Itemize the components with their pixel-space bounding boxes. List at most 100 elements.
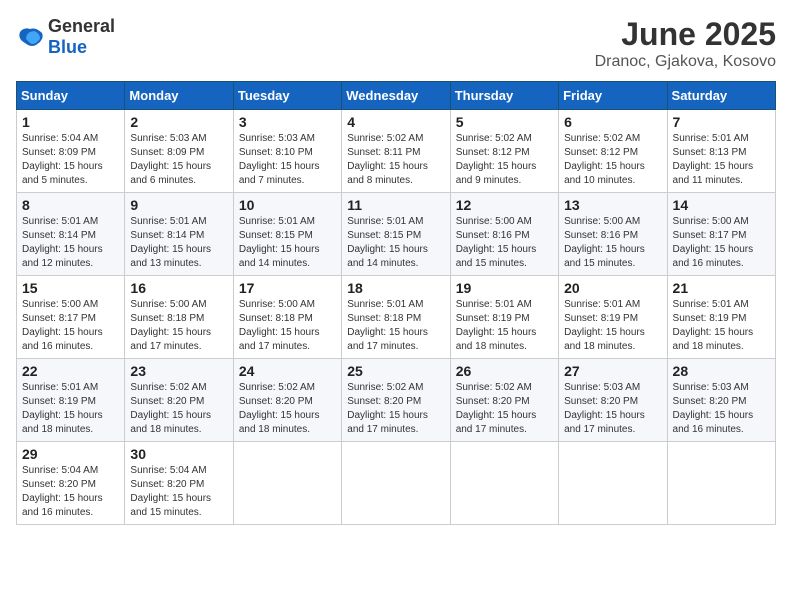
calendar-cell: 24 Sunrise: 5:02 AMSunset: 8:20 PMDayligh… <box>233 359 341 442</box>
calendar-cell: 17 Sunrise: 5:00 AMSunset: 8:18 PMDayligh… <box>233 276 341 359</box>
calendar-cell <box>450 442 558 525</box>
day-number: 2 <box>130 114 227 130</box>
day-number: 13 <box>564 197 661 213</box>
calendar-cell: 13 Sunrise: 5:00 AMSunset: 8:16 PMDayligh… <box>559 193 667 276</box>
day-info: Sunrise: 5:01 AMSunset: 8:19 PMDaylight:… <box>564 298 661 354</box>
day-info: Sunrise: 5:02 AMSunset: 8:20 PMDaylight:… <box>130 381 227 437</box>
calendar-cell: 3Sunrise: 5:03 AMSunset: 8:10 PMDaylight… <box>233 110 341 193</box>
day-info: Sunrise: 5:00 AMSunset: 8:16 PMDaylight:… <box>564 215 661 271</box>
week-row-1: 1 Sunrise: 5:04 AMSunset: 8:09 PMDaylight… <box>17 110 776 193</box>
weekday-header-row: SundayMondayTuesdayWednesdayThursdayFrid… <box>17 82 776 110</box>
calendar-cell <box>559 442 667 525</box>
day-number: 11 <box>347 197 444 213</box>
day-info: Sunrise: 5:03 AMSunset: 8:09 PMDaylight:… <box>130 132 227 188</box>
header: General Blue June 2025 Dranoc, Gjakova, … <box>16 16 776 71</box>
day-number: 25 <box>347 363 444 379</box>
day-info: Sunrise: 5:02 AMSunset: 8:20 PMDaylight:… <box>239 381 336 437</box>
day-info: Sunrise: 5:02 AMSunset: 8:20 PMDaylight:… <box>456 381 553 437</box>
weekday-header-tuesday: Tuesday <box>233 82 341 110</box>
day-number: 14 <box>673 197 770 213</box>
day-number: 20 <box>564 280 661 296</box>
day-info: Sunrise: 5:03 AMSunset: 8:20 PMDaylight:… <box>673 381 770 437</box>
calendar-cell: 7Sunrise: 5:01 AMSunset: 8:13 PMDaylight… <box>667 110 775 193</box>
logo-icon <box>16 27 44 47</box>
day-number: 12 <box>456 197 553 213</box>
day-info: Sunrise: 5:01 AMSunset: 8:19 PMDaylight:… <box>673 298 770 354</box>
calendar-cell: 16Sunrise: 5:00 AMSunset: 8:18 PMDayligh… <box>125 276 233 359</box>
day-info: Sunrise: 5:02 AMSunset: 8:20 PMDaylight:… <box>347 381 444 437</box>
day-number: 6 <box>564 114 661 130</box>
day-number: 22 <box>22 363 119 379</box>
calendar-cell: 18Sunrise: 5:01 AMSunset: 8:18 PMDayligh… <box>342 276 450 359</box>
day-info: Sunrise: 5:01 AMSunset: 8:19 PMDaylight:… <box>22 381 119 437</box>
calendar-cell: 5 Sunrise: 5:02 AMSunset: 8:12 PMDaylight… <box>450 110 558 193</box>
day-number: 24 <box>239 363 336 379</box>
day-number: 15 <box>22 280 119 296</box>
day-number: 4 <box>347 114 444 130</box>
day-number: 29 <box>22 446 119 462</box>
day-info: Sunrise: 5:02 AMSunset: 8:12 PMDaylight:… <box>564 132 661 188</box>
month-title: June 2025 <box>595 16 776 53</box>
day-info: Sunrise: 5:03 AMSunset: 8:10 PMDaylight:… <box>239 132 336 188</box>
day-number: 1 <box>22 114 119 130</box>
day-number: 8 <box>22 197 119 213</box>
day-info: Sunrise: 5:02 AMSunset: 8:12 PMDaylight:… <box>456 132 553 188</box>
logo-general: General <box>48 16 115 36</box>
day-number: 30 <box>130 446 227 462</box>
location-subtitle: Dranoc, Gjakova, Kosovo <box>595 53 776 71</box>
calendar-cell <box>342 442 450 525</box>
day-number: 7 <box>673 114 770 130</box>
day-info: Sunrise: 5:01 AMSunset: 8:14 PMDaylight:… <box>130 215 227 271</box>
day-number: 17 <box>239 280 336 296</box>
calendar-cell: 10 Sunrise: 5:01 AMSunset: 8:15 PMDayligh… <box>233 193 341 276</box>
day-number: 16 <box>130 280 227 296</box>
calendar-cell: 15 Sunrise: 5:00 AMSunset: 8:17 PMDayligh… <box>17 276 125 359</box>
day-number: 27 <box>564 363 661 379</box>
calendar-cell: 11 Sunrise: 5:01 AMSunset: 8:15 PMDayligh… <box>342 193 450 276</box>
day-info: Sunrise: 5:04 AMSunset: 8:20 PMDaylight:… <box>22 464 119 520</box>
calendar-cell: 1 Sunrise: 5:04 AMSunset: 8:09 PMDaylight… <box>17 110 125 193</box>
day-info: Sunrise: 5:02 AMSunset: 8:11 PMDaylight:… <box>347 132 444 188</box>
calendar-cell: 8Sunrise: 5:01 AMSunset: 8:14 PMDaylight… <box>17 193 125 276</box>
weekday-header-monday: Monday <box>125 82 233 110</box>
calendar-cell <box>233 442 341 525</box>
calendar-cell: 27Sunrise: 5:03 AMSunset: 8:20 PMDayligh… <box>559 359 667 442</box>
calendar-cell: 12 Sunrise: 5:00 AMSunset: 8:16 PMDayligh… <box>450 193 558 276</box>
calendar-cell: 4 Sunrise: 5:02 AMSunset: 8:11 PMDaylight… <box>342 110 450 193</box>
day-info: Sunrise: 5:01 AMSunset: 8:15 PMDaylight:… <box>239 215 336 271</box>
calendar-cell: 26 Sunrise: 5:02 AMSunset: 8:20 PMDayligh… <box>450 359 558 442</box>
week-row-2: 8 Sunrise: 5:01 AMSunset: 8:14 PMDaylight… <box>17 193 776 276</box>
day-info: Sunrise: 5:04 AMSunset: 8:09 PMDaylight:… <box>22 132 119 188</box>
calendar-cell: 2 Sunrise: 5:03 AMSunset: 8:09 PMDaylight… <box>125 110 233 193</box>
day-number: 21 <box>673 280 770 296</box>
day-number: 10 <box>239 197 336 213</box>
calendar-cell <box>667 442 775 525</box>
logo: General Blue <box>16 16 115 58</box>
day-info: Sunrise: 5:01 AMSunset: 8:15 PMDaylight:… <box>347 215 444 271</box>
weekday-header-wednesday: Wednesday <box>342 82 450 110</box>
calendar-table: SundayMondayTuesdayWednesdayThursdayFrid… <box>16 81 776 525</box>
calendar-cell: 14Sunrise: 5:00 AMSunset: 8:17 PMDayligh… <box>667 193 775 276</box>
day-info: Sunrise: 5:00 AMSunset: 8:18 PMDaylight:… <box>239 298 336 354</box>
week-row-5: 29 Sunrise: 5:04 AMSunset: 8:20 PMDayligh… <box>17 442 776 525</box>
calendar-cell: 23 Sunrise: 5:02 AMSunset: 8:20 PMDayligh… <box>125 359 233 442</box>
calendar-cell: 6 Sunrise: 5:02 AMSunset: 8:12 PMDaylight… <box>559 110 667 193</box>
day-number: 18 <box>347 280 444 296</box>
calendar-cell: 28 Sunrise: 5:03 AMSunset: 8:20 PMDayligh… <box>667 359 775 442</box>
day-number: 28 <box>673 363 770 379</box>
calendar-cell: 22 Sunrise: 5:01 AMSunset: 8:19 PMDayligh… <box>17 359 125 442</box>
day-info: Sunrise: 5:00 AMSunset: 8:16 PMDaylight:… <box>456 215 553 271</box>
weekday-header-sunday: Sunday <box>17 82 125 110</box>
day-info: Sunrise: 5:04 AMSunset: 8:20 PMDaylight:… <box>130 464 227 520</box>
day-number: 23 <box>130 363 227 379</box>
calendar-cell: 9Sunrise: 5:01 AMSunset: 8:14 PMDaylight… <box>125 193 233 276</box>
logo-blue: Blue <box>48 37 87 57</box>
weekday-header-thursday: Thursday <box>450 82 558 110</box>
day-number: 5 <box>456 114 553 130</box>
week-row-4: 22 Sunrise: 5:01 AMSunset: 8:19 PMDayligh… <box>17 359 776 442</box>
day-number: 26 <box>456 363 553 379</box>
logo-text: General Blue <box>48 16 115 58</box>
day-number: 19 <box>456 280 553 296</box>
day-info: Sunrise: 5:00 AMSunset: 8:17 PMDaylight:… <box>22 298 119 354</box>
week-row-3: 15 Sunrise: 5:00 AMSunset: 8:17 PMDayligh… <box>17 276 776 359</box>
